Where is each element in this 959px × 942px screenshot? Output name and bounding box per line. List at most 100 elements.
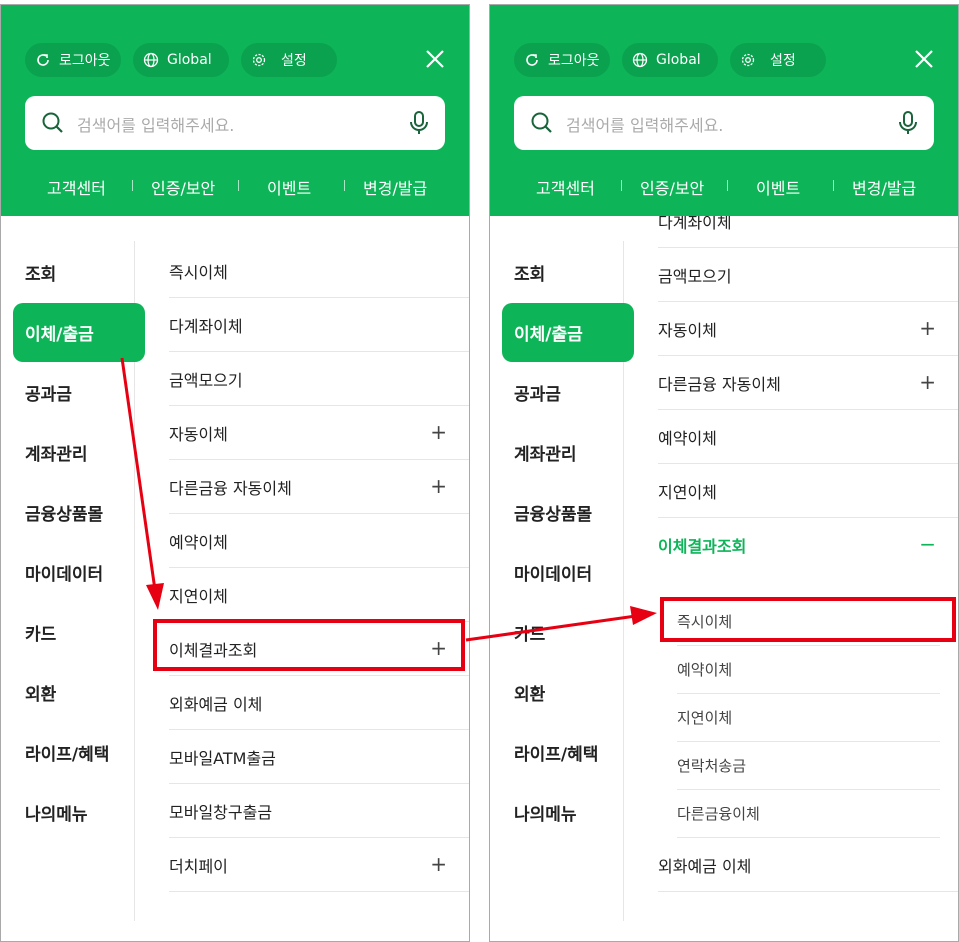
- logout-icon: [37, 54, 49, 66]
- submenu-item[interactable]: 더치페이 +: [169, 838, 469, 892]
- mic-icon[interactable]: [409, 110, 429, 136]
- sub-submenu-item[interactable]: 연락처송금: [677, 742, 940, 790]
- quick-link-auth-security[interactable]: 인증/보안: [151, 175, 215, 199]
- global-button[interactable]: Global: [622, 43, 718, 77]
- submenu-label: 이체결과조회: [658, 537, 747, 556]
- globe-icon: [143, 52, 159, 68]
- submenu-label: 더치페이: [169, 856, 228, 876]
- quick-link-customer-center[interactable]: 고객센터: [536, 175, 595, 199]
- submenu-item[interactable]: 지연이체: [658, 464, 958, 518]
- expand-icon[interactable]: +: [919, 370, 936, 394]
- category-item[interactable]: 공과금: [13, 363, 145, 422]
- category-item[interactable]: 라이프/혜택: [13, 723, 145, 782]
- category-item-transfer-active[interactable]: 이체/출금: [13, 303, 145, 362]
- sub-submenu-item[interactable]: 예약이체: [677, 646, 940, 694]
- settings-label: 설정: [281, 53, 307, 69]
- sub-submenu-label: 지연이체: [677, 709, 733, 727]
- submenu-item[interactable]: 다른금융 자동이체 +: [658, 356, 958, 410]
- submenu-item[interactable]: 즉시이체: [169, 244, 469, 298]
- submenu-label: 금액모으기: [658, 266, 732, 286]
- menu-header: 로그아웃 Global 설정 검색어를 입력해주세요. 고객센터 인증/보안 이…: [1, 5, 469, 216]
- submenu-label: 모바일창구출금: [169, 802, 273, 822]
- settings-button[interactable]: 설정: [241, 43, 337, 77]
- gear-icon: [252, 53, 266, 67]
- submenu-label: 자동이체: [169, 424, 228, 444]
- close-icon[interactable]: [912, 47, 936, 71]
- sub-submenu-item[interactable]: 지연이체: [677, 694, 940, 742]
- mic-icon[interactable]: [898, 110, 918, 136]
- category-item[interactable]: 나의메뉴: [13, 783, 145, 842]
- search-placeholder: 검색어를 입력해주세요.: [566, 116, 724, 135]
- submenu-item[interactable]: 지연이체: [169, 568, 469, 622]
- collapse-icon[interactable]: −: [919, 532, 936, 556]
- quick-link-auth-security[interactable]: 인증/보안: [640, 175, 704, 199]
- expand-icon[interactable]: +: [430, 420, 447, 444]
- submenu-item[interactable]: 자동이체 +: [169, 406, 469, 460]
- search-input[interactable]: 검색어를 입력해주세요.: [514, 96, 934, 150]
- globe-icon: [632, 52, 648, 68]
- submenu-item[interactable]: 외화예금 이체: [169, 676, 469, 730]
- submenu-item[interactable]: 다른금융 자동이체 +: [169, 460, 469, 514]
- quick-link-event[interactable]: 이벤트: [267, 175, 311, 199]
- gear-icon: [741, 53, 755, 67]
- logout-button[interactable]: 로그아웃: [514, 43, 610, 77]
- category-item[interactable]: 외환: [13, 663, 145, 722]
- global-button[interactable]: Global: [133, 43, 229, 77]
- divider: [621, 180, 622, 191]
- highlight-box: [660, 597, 956, 642]
- highlight-box: [153, 619, 465, 671]
- close-icon[interactable]: [423, 47, 447, 71]
- category-item[interactable]: 카드: [13, 603, 145, 662]
- search-icon: [531, 112, 552, 133]
- submenu-item[interactable]: 금액모으기: [169, 352, 469, 406]
- menu-panel-after: 로그아웃 Global 설정 검색어를 입력해주세요. 고객센터 인증/보안 이…: [489, 4, 959, 942]
- menu-header: 로그아웃 Global 설정 검색어를 입력해주세요. 고객센터 인증/보안 이…: [490, 5, 958, 216]
- quick-link-customer-center[interactable]: 고객센터: [47, 175, 106, 199]
- logout-icon: [526, 54, 538, 66]
- divider: [238, 180, 239, 191]
- submenu-label: 금액모으기: [169, 370, 243, 390]
- category-item[interactable]: 계좌관리: [13, 423, 145, 482]
- submenu-label: 외화예금 이체: [658, 856, 752, 876]
- submenu-item-transfer-results-expanded[interactable]: 이체결과조회 −: [658, 518, 958, 572]
- submenu-item[interactable]: 다계좌이체: [658, 216, 958, 248]
- sub-submenu-label: 연락처송금: [677, 757, 747, 775]
- settings-label: 설정: [770, 53, 796, 69]
- submenu-label: 즉시이체: [169, 262, 228, 282]
- submenu-label: 자동이체: [658, 320, 717, 340]
- submenu-list-scrolled: 다계좌이체 금액모으기 자동이체 + 다른금융 자동이체 + 예약이체 지연이체 이…: [490, 216, 958, 936]
- submenu-item[interactable]: 금액모으기: [658, 248, 958, 302]
- submenu-item[interactable]: 자동이체 +: [658, 302, 958, 356]
- category-item[interactable]: 마이데이터: [13, 543, 145, 602]
- expand-icon[interactable]: +: [430, 474, 447, 498]
- global-label: Global: [656, 52, 701, 68]
- expand-icon[interactable]: +: [919, 316, 936, 340]
- logout-label: 로그아웃: [548, 53, 600, 69]
- sub-submenu-label: 예약이체: [677, 661, 733, 679]
- settings-button[interactable]: 설정: [730, 43, 826, 77]
- submenu-item[interactable]: 외화예금 이체: [658, 838, 958, 892]
- logout-button[interactable]: 로그아웃: [25, 43, 121, 77]
- category-item[interactable]: 금융상품몰: [13, 483, 145, 542]
- global-label: Global: [167, 52, 212, 68]
- submenu-item[interactable]: 모바일ATM출금: [169, 730, 469, 784]
- submenu-label: 지연이체: [658, 482, 717, 502]
- submenu-item[interactable]: 예약이체: [169, 514, 469, 568]
- submenu-label: 외화예금 이체: [169, 694, 263, 714]
- search-input[interactable]: 검색어를 입력해주세요.: [25, 96, 445, 150]
- sub-submenu-item[interactable]: 다른금융이체: [677, 790, 940, 838]
- submenu-item[interactable]: 모바일창구출금: [169, 784, 469, 838]
- category-item[interactable]: 조회: [13, 243, 145, 302]
- submenu-item[interactable]: 다계좌이체: [169, 298, 469, 352]
- menu-panel-before: 로그아웃 Global 설정 검색어를 입력해주세요. 고객센터 인증/보안 이…: [0, 4, 470, 942]
- divider: [344, 180, 345, 191]
- expand-icon[interactable]: +: [430, 852, 447, 876]
- quick-link-change-issue[interactable]: 변경/발급: [363, 175, 427, 199]
- submenu-item[interactable]: 예약이체: [658, 410, 958, 464]
- search-placeholder: 검색어를 입력해주세요.: [77, 116, 235, 135]
- quick-link-change-issue[interactable]: 변경/발급: [852, 175, 916, 199]
- submenu-label: 다른금융 자동이체: [658, 374, 781, 394]
- quick-link-event[interactable]: 이벤트: [756, 175, 800, 199]
- submenu-label: 모바일ATM출금: [169, 748, 276, 768]
- submenu-label: 예약이체: [169, 532, 228, 552]
